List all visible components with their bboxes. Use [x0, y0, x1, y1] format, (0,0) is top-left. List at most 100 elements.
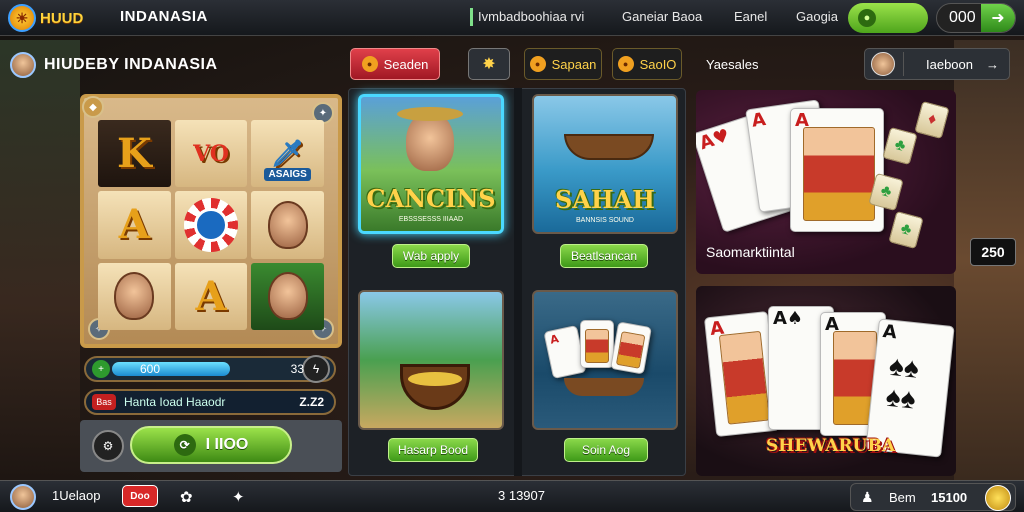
- arrow-right-icon: →: [986, 56, 999, 72]
- character-icon: [114, 272, 155, 321]
- arrow-right-icon[interactable]: ➜: [981, 4, 1015, 32]
- ornament-icon: ◆: [82, 96, 104, 118]
- top-link-4[interactable]: Gaogia: [796, 9, 838, 24]
- tab-label: SaoIO: [639, 56, 677, 72]
- user-icon: ♟: [861, 489, 874, 505]
- tab-saoio[interactable]: ● SaoIO: [612, 48, 682, 80]
- info-bar: Bas Hanta Ioad Haaodr Z.Z2: [84, 389, 336, 415]
- chat-button[interactable]: ●: [848, 3, 928, 33]
- reel-cell: A: [174, 262, 248, 330]
- balance-value: 15100: [931, 490, 968, 505]
- balance-label: Bem: [889, 490, 916, 505]
- progress-bar: + 600 33: [84, 356, 336, 382]
- bottom-avatar[interactable]: [10, 484, 36, 510]
- playing-card: A: [790, 108, 884, 232]
- character-icon: [267, 272, 308, 321]
- tab-lightning[interactable]: ✸: [468, 48, 510, 80]
- currency-count: 000: [949, 9, 976, 26]
- game-card-cancins[interactable]: CANCINS EBSSSESSS IIIAAD: [358, 94, 504, 234]
- game-title: CANCINS: [366, 184, 496, 213]
- player-header: HIUDEBY INDANASIA: [10, 52, 218, 78]
- game-button-4[interactable]: Soin Aog: [564, 438, 648, 462]
- reel-cell: K: [98, 120, 171, 188]
- profile-button-label: Iaeboon: [926, 56, 973, 72]
- mahjong-tile: ♦: [914, 100, 950, 140]
- tab-seaden[interactable]: ● Seaden: [350, 48, 440, 80]
- plus-icon[interactable]: +: [92, 360, 110, 378]
- game-title: SAHAH: [555, 185, 655, 214]
- top-link-3[interactable]: Eanel: [734, 9, 767, 24]
- app-logo[interactable]: ☀ HUUD: [8, 3, 102, 33]
- bottom-badge[interactable]: Doo: [122, 485, 158, 507]
- section-label: Yaesales: [706, 57, 759, 72]
- bottom-bar: 1Uelaop Doo ✿ ✦ 3 13907 ♟ Bem 15100: [0, 480, 1024, 512]
- player-avatar[interactable]: [10, 52, 36, 78]
- symbol-a: A: [118, 201, 150, 249]
- symbol-a: A: [195, 272, 227, 320]
- hat-icon: [397, 107, 463, 121]
- reel-cell: 🗡 ASAIGS: [251, 120, 324, 188]
- dagger-icon: 🗡: [271, 138, 305, 169]
- chip-icon: [183, 197, 238, 252]
- top-link-2[interactable]: Ganeiar Baoa: [622, 9, 702, 24]
- spin-label: I IIOO: [205, 436, 249, 453]
- settings-gear-icon[interactable]: ⚙: [92, 430, 124, 462]
- progress-level: 33: [290, 362, 304, 376]
- playing-card: [610, 321, 652, 375]
- progress-fill: [112, 362, 230, 376]
- game-subtitle: BANNSIS SOUND: [576, 217, 634, 224]
- game-card-sahah[interactable]: SAHAH BANNSIS SOUND: [532, 94, 678, 234]
- symbol-k: K: [116, 130, 152, 178]
- coin-icon: ●: [529, 56, 546, 72]
- games-divider: [514, 88, 522, 476]
- slot-reels: K VO 🗡 ASAIGS A A: [98, 120, 324, 330]
- logo-icon: ☀: [8, 4, 36, 32]
- reel-cell: [251, 262, 324, 330]
- reel-cell: VO: [174, 120, 248, 188]
- reel-cell: [98, 262, 171, 330]
- spades-icon: ♠♠ ♠♠: [884, 349, 921, 415]
- tools-icon[interactable]: ✦: [232, 488, 245, 506]
- card-game-label: Saomarktiintal: [706, 244, 795, 260]
- game-button-1[interactable]: Wab apply: [392, 244, 470, 268]
- background-left: [0, 40, 80, 480]
- player-name: HIUDEBY INDANASIA: [44, 56, 218, 73]
- info-label: Hanta Ioad Haaodr: [124, 395, 226, 409]
- balance-box[interactable]: ♟ Bem 15100: [850, 483, 1016, 511]
- info-tag: Bas: [92, 394, 116, 410]
- score-value: 250: [981, 244, 1005, 260]
- reel-cell: [174, 191, 248, 259]
- bottom-center-value: 3 13907: [498, 488, 545, 503]
- card-game-panel-1[interactable]: A♥ A A ♣ ♦ ♣ ♣ Saomarktiintal: [696, 90, 956, 274]
- game-button-2[interactable]: Beatlsancan: [560, 244, 648, 268]
- reel-cell: A: [98, 191, 171, 259]
- profile-avatar: [871, 52, 895, 76]
- lightning-tab-icon: ✸: [482, 56, 496, 73]
- game-card-cards-boat[interactable]: A: [532, 290, 678, 430]
- top-bar: ☀ HUUD INDANASIA Ivmbadboohiaa rvi Ganei…: [0, 0, 1024, 36]
- tab-sapaan[interactable]: ● Sapaan: [524, 48, 602, 80]
- spin-button[interactable]: ⟳ I IIOO: [130, 426, 292, 464]
- lightning-icon[interactable]: ϟ: [302, 355, 330, 383]
- top-link-1[interactable]: Ivmbadboohiaa rvi: [478, 9, 584, 24]
- coin-icon: [985, 485, 1011, 511]
- tab-label: Sapaan: [551, 56, 597, 72]
- profile-button[interactable]: Iaeboon →: [864, 48, 1010, 80]
- boat-icon: [564, 134, 654, 160]
- bottom-player-name: 1Uelaop: [52, 488, 101, 503]
- progress-value: 600: [140, 362, 161, 376]
- symbol-label: ASAIGS: [264, 168, 311, 182]
- gold-icon: [408, 372, 462, 386]
- currency-counter[interactable]: 000 ➜: [936, 3, 1016, 33]
- boat-icon: [564, 378, 644, 396]
- game-subtitle: EBSSSESSS IIIAAD: [398, 216, 464, 223]
- top-divider: [470, 8, 473, 26]
- coin-icon: ●: [361, 56, 378, 72]
- game-button-3[interactable]: Hasarp Bood: [388, 438, 478, 462]
- character-icon: [267, 200, 308, 249]
- tab-label: Seaden: [383, 56, 429, 72]
- game-card-treasure[interactable]: [358, 290, 504, 430]
- gift-icon[interactable]: ✿: [180, 488, 193, 506]
- symbol-vo: VO: [193, 140, 229, 167]
- app-title: INDANASIA: [120, 8, 208, 25]
